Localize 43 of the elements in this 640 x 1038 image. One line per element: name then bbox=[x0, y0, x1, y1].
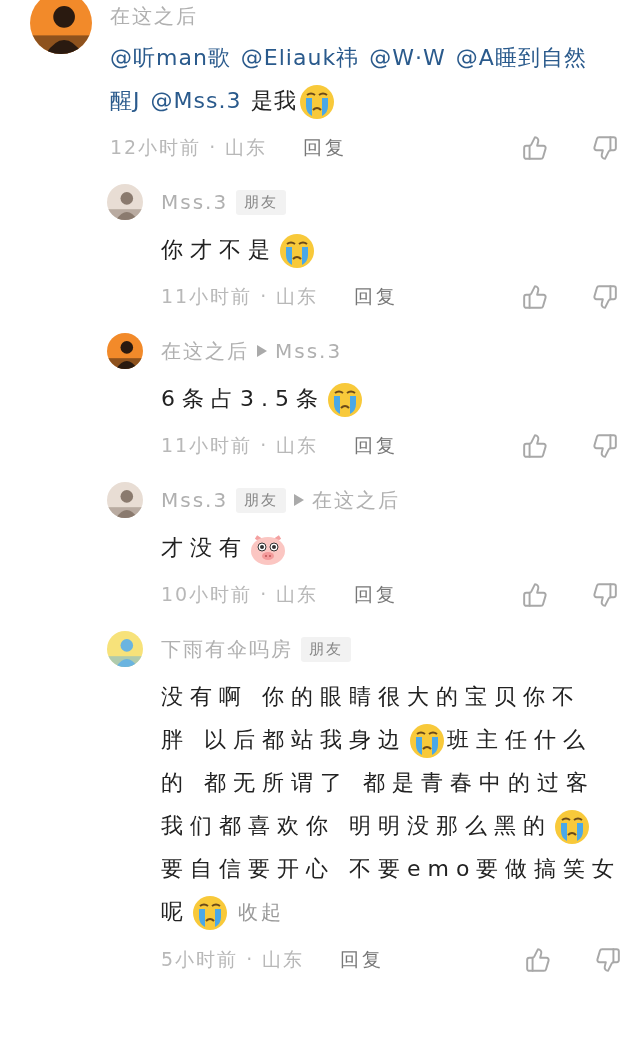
mention-link[interactable]: @听man歌 bbox=[110, 45, 231, 70]
reply-arrow-icon bbox=[294, 494, 305, 506]
comment-time: 11小时前 · 山东 bbox=[161, 433, 319, 458]
mention-link[interactable]: @Eliauk祎 bbox=[240, 45, 360, 70]
comment-text: 没有啊 你的眼睛很大的宝贝你不 胖 以后都站我身边 班主任什么 的 都无所谓了 都是青春中的过客 我们都喜欢你 明明没那么黑的 要自信要开心 不要emo要做搞笑女 呢 收起 bbox=[161, 675, 622, 934]
reply-button[interactable]: 回复 bbox=[354, 433, 399, 459]
crying-face-icon bbox=[554, 809, 590, 845]
mention-link[interactable]: @Mss.3 bbox=[150, 88, 242, 113]
comment-time: 10小时前 · 山东 bbox=[161, 582, 319, 607]
comment-time: 11小时前 · 山东 bbox=[161, 284, 319, 309]
like-icon[interactable] bbox=[525, 947, 552, 973]
comment-text: 6条占3.5条 bbox=[161, 377, 365, 420]
crying-face-icon bbox=[279, 233, 315, 269]
friend-tag: 朋友 bbox=[236, 189, 287, 215]
mention-link[interactable]: 醒J bbox=[110, 88, 141, 113]
comment-time: 5小时前 · 山东 bbox=[161, 947, 305, 972]
mention-link[interactable]: @A睡到自然 bbox=[455, 45, 587, 70]
like-icon[interactable] bbox=[522, 284, 548, 310]
crying-face-icon bbox=[409, 723, 445, 759]
crying-face-icon bbox=[327, 382, 363, 418]
dislike-icon[interactable] bbox=[592, 582, 618, 608]
reply-button[interactable]: 回复 bbox=[354, 582, 399, 608]
reply-arrow-icon bbox=[257, 345, 267, 357]
reply-button[interactable]: 回复 bbox=[340, 947, 385, 973]
friend-tag: 朋友 bbox=[301, 636, 351, 662]
like-icon[interactable] bbox=[522, 582, 548, 608]
reply-button[interactable]: 回复 bbox=[354, 284, 399, 310]
mention-link[interactable]: @W·W bbox=[369, 45, 446, 70]
comment-text: 才没有 bbox=[161, 526, 288, 569]
comment-time: 12小时前 · 山东 bbox=[110, 135, 268, 160]
like-icon[interactable] bbox=[522, 135, 548, 161]
friend-tag: 朋友 bbox=[236, 487, 287, 513]
comment-text: 你才不是 bbox=[161, 228, 317, 271]
dislike-icon[interactable] bbox=[592, 433, 618, 459]
reply-button[interactable]: 回复 bbox=[303, 135, 348, 161]
dislike-icon[interactable] bbox=[592, 284, 618, 310]
comment-text: @听man歌 @Eliauk祎 @W·W @A睡到自然 醒J @Mss.3 是我 bbox=[110, 36, 597, 122]
crying-face-icon bbox=[192, 895, 228, 931]
dislike-icon[interactable] bbox=[595, 947, 622, 973]
crying-face-icon bbox=[299, 84, 336, 120]
collapse-link[interactable]: 收起 bbox=[238, 900, 284, 924]
like-icon[interactable] bbox=[522, 433, 548, 459]
dislike-icon[interactable] bbox=[592, 135, 618, 161]
